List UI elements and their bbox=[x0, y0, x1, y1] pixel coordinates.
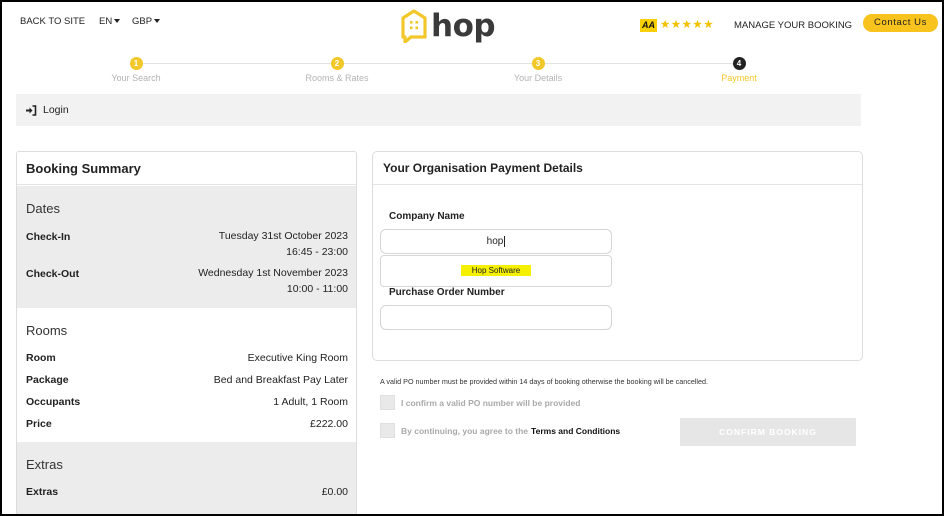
company-name-value: hop bbox=[486, 236, 504, 247]
po-number-input[interactable] bbox=[380, 305, 612, 330]
price-label: Price bbox=[26, 418, 52, 430]
confirm-po-row: I confirm a valid PO number will be prov… bbox=[380, 395, 580, 410]
manage-booking-link[interactable]: MANAGE YOUR BOOKING bbox=[734, 20, 852, 31]
checkout-date: Wednesday 1st November 2023 bbox=[198, 267, 348, 279]
back-to-site-link[interactable]: BACK TO SITE bbox=[20, 16, 85, 27]
terms-row: By continuing, you agree to the Terms an… bbox=[380, 423, 620, 438]
extras-value: £0.00 bbox=[321, 486, 348, 498]
step-your-search[interactable]: 1 Your Search bbox=[81, 57, 191, 83]
step-label: Your Search bbox=[111, 73, 161, 83]
booking-summary-panel: Booking Summary Dates Check-In Tuesday 3… bbox=[16, 151, 357, 516]
step-number: 3 bbox=[531, 57, 545, 70]
extras-section: Extras Extras £0.00 bbox=[17, 442, 356, 516]
booking-summary-title: Booking Summary bbox=[17, 152, 356, 185]
step-number: 1 bbox=[129, 57, 143, 70]
company-suggestion-item[interactable]: Hop Software bbox=[460, 265, 532, 276]
po-number-label: Purchase Order Number bbox=[389, 287, 505, 298]
checkin-label: Check-In bbox=[26, 231, 71, 243]
contact-us-button[interactable]: Contact Us bbox=[863, 14, 938, 32]
po-notice: A valid PO number must be provided withi… bbox=[380, 377, 709, 386]
confirm-booking-button[interactable]: CONFIRM BOOKING bbox=[680, 418, 856, 446]
step-label: Your Details bbox=[513, 73, 563, 83]
confirm-po-checkbox[interactable] bbox=[380, 395, 395, 410]
language-select[interactable]: EN bbox=[99, 16, 121, 27]
logo-text: hop bbox=[431, 8, 496, 44]
rooms-section: Rooms Room Executive King Room Package B… bbox=[17, 308, 356, 442]
terms-checkbox[interactable] bbox=[380, 423, 395, 438]
extras-title: Extras bbox=[26, 457, 63, 472]
hop-logo[interactable]: hop bbox=[400, 6, 496, 46]
dates-title: Dates bbox=[26, 201, 60, 216]
step-payment: 4 Payment bbox=[684, 57, 794, 83]
text-cursor bbox=[504, 235, 506, 247]
language-value: EN bbox=[99, 16, 113, 27]
payment-details-panel: Your Organisation Payment Details Compan… bbox=[372, 151, 863, 361]
company-suggestion-dropdown[interactable]: Hop Software bbox=[380, 255, 612, 287]
terms-link[interactable]: Terms and Conditions bbox=[531, 426, 620, 436]
step-your-details[interactable]: 3 Your Details bbox=[483, 57, 593, 83]
step-label: Payment bbox=[721, 73, 757, 83]
chevron-down-icon bbox=[154, 19, 161, 24]
dates-section: Dates Check-In Tuesday 31st October 2023… bbox=[17, 186, 356, 308]
occupants-value: 1 Adult, 1 Room bbox=[273, 396, 348, 408]
rooms-title: Rooms bbox=[26, 323, 68, 338]
package-label: Package bbox=[26, 374, 69, 386]
checkin-date: Tuesday 31st October 2023 bbox=[218, 230, 348, 242]
room-label: Room bbox=[26, 352, 56, 364]
package-value: Bed and Breakfast Pay Later bbox=[213, 374, 348, 386]
step-rooms-rates[interactable]: 2 Rooms & Rates bbox=[282, 57, 392, 83]
sign-in-icon bbox=[26, 104, 37, 116]
currency-select[interactable]: GBP bbox=[132, 16, 161, 27]
agree-text: By continuing, you agree to the bbox=[401, 425, 529, 436]
checkin-time: 16:45 - 23:00 bbox=[286, 246, 348, 258]
company-name-label: Company Name bbox=[389, 211, 465, 222]
currency-value: GBP bbox=[132, 16, 153, 27]
checkout-label: Check-Out bbox=[26, 268, 80, 280]
confirm-po-label: I confirm a valid PO number will be prov… bbox=[401, 397, 581, 408]
checkout-value: Wednesday 1st November 2023 10:00 - 11:0… bbox=[198, 265, 348, 297]
login-link[interactable]: Login bbox=[25, 104, 69, 116]
payment-details-title: Your Organisation Payment Details bbox=[373, 152, 862, 185]
chevron-down-icon bbox=[114, 19, 121, 24]
checkin-value: Tuesday 31st October 2023 16:45 - 23:00 bbox=[219, 228, 348, 260]
company-name-input[interactable]: hop bbox=[380, 229, 612, 254]
room-value: Executive King Room bbox=[247, 352, 348, 364]
occupants-label: Occupants bbox=[26, 396, 81, 408]
progress-line bbox=[136, 63, 739, 64]
step-label: Rooms & Rates bbox=[305, 73, 369, 83]
checkout-time: 10:00 - 11:00 bbox=[286, 283, 348, 295]
star-rating-icon: ★★★★★ bbox=[660, 19, 715, 31]
login-label: Login bbox=[43, 104, 69, 116]
extras-label: Extras bbox=[26, 486, 59, 498]
login-bar: Login bbox=[16, 94, 861, 126]
aa-rating-badge: AA bbox=[640, 19, 657, 32]
hop-logo-icon bbox=[401, 9, 427, 43]
step-number: 4 bbox=[732, 57, 746, 70]
price-value: £222.00 bbox=[310, 418, 348, 430]
step-number: 2 bbox=[330, 57, 344, 70]
